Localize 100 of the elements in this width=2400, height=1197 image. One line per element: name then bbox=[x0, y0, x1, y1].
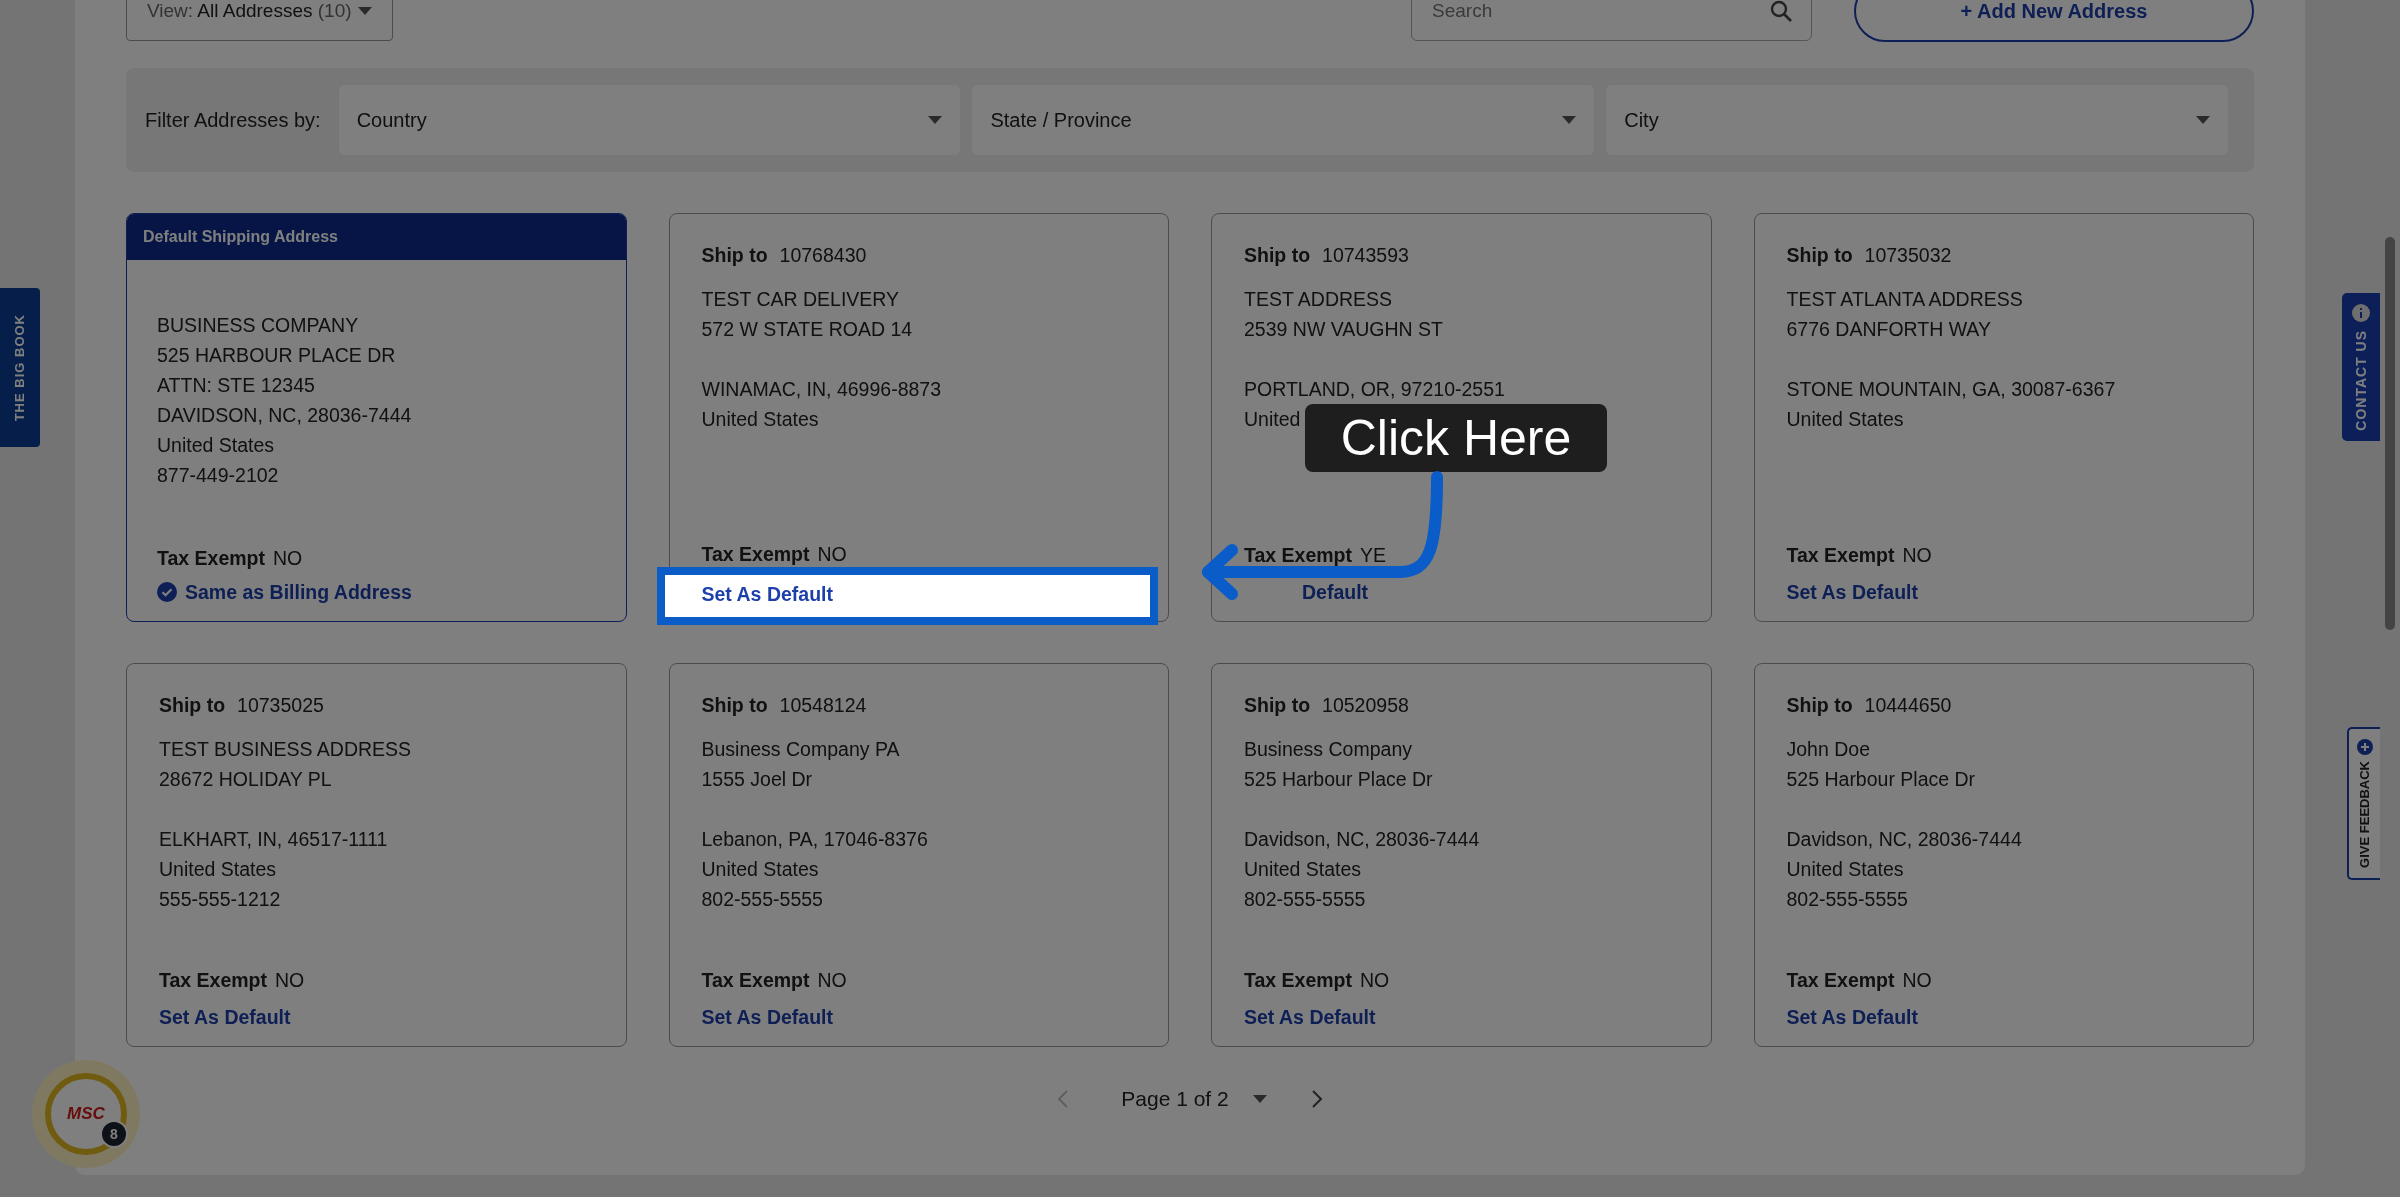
ship-to-label: Ship to bbox=[1244, 243, 1311, 268]
address-line: STONE MOUNTAIN, GA, 30087-6367 bbox=[1786, 377, 2117, 402]
tax-exempt-value: NO bbox=[1360, 968, 1390, 993]
page-indicator: Page 1 of 2 bbox=[1121, 1086, 1229, 1112]
set-default-link[interactable]: Set As Default bbox=[159, 1002, 594, 1032]
address-line: 1555 Joel Dr bbox=[701, 767, 814, 792]
tax-exempt-label: Tax Exempt bbox=[159, 968, 267, 993]
address-line: 572 W STATE ROAD 14 bbox=[701, 317, 914, 342]
caret-icon bbox=[358, 7, 372, 15]
add-address-button[interactable]: + Add New Address bbox=[1854, 0, 2254, 42]
address-line: United States bbox=[701, 407, 820, 432]
tax-exempt-label: Tax Exempt bbox=[157, 546, 265, 571]
tax-exempt-label: Tax Exempt bbox=[1786, 968, 1895, 993]
callout-tooltip: Click Here bbox=[1305, 404, 1607, 472]
search-field[interactable]: Search bbox=[1411, 0, 1812, 41]
ship-to-number: 10444650 bbox=[1864, 693, 1952, 718]
scrollbar-thumb[interactable] bbox=[2385, 237, 2395, 630]
address-line: 525 Harbour Place Dr bbox=[1244, 767, 1434, 792]
billing-note: Same as Billing Address bbox=[185, 580, 412, 605]
address-line: 525 HARBOUR PLACE DR bbox=[157, 343, 397, 368]
address-line: 525 Harbour Place Dr bbox=[1786, 767, 1977, 792]
plus-icon bbox=[2356, 739, 2373, 756]
address-line: DAVIDSON, NC, 28036-7444 bbox=[157, 403, 413, 428]
ship-to-number: 10735025 bbox=[237, 693, 324, 718]
address-line: 555-555-1212 bbox=[159, 887, 282, 912]
address-line: 877-449-2102 bbox=[157, 463, 280, 488]
address-line: Lebanon, PA, 17046-8376 bbox=[701, 827, 929, 852]
filter-label: Filter Addresses by: bbox=[145, 108, 321, 133]
tax-exempt-value: NO bbox=[817, 542, 847, 567]
address-line: 802-555-5555 bbox=[701, 887, 824, 912]
address-line: PORTLAND, OR, 97210-2551 bbox=[1244, 377, 1506, 402]
filter-select[interactable]: State / Province bbox=[972, 85, 1595, 155]
caret-icon bbox=[2196, 116, 2210, 124]
tax-exempt-value: NO bbox=[273, 546, 303, 571]
address-line: TEST BUSINESS ADDRESS bbox=[159, 737, 413, 762]
tax-exempt-label: Tax Exempt bbox=[701, 542, 810, 567]
set-default-link[interactable]: Set As Default bbox=[1244, 1002, 1679, 1032]
address-line: United States bbox=[1786, 857, 1905, 882]
set-default-link[interactable]: Set As Default bbox=[1786, 577, 2221, 607]
address-line: United bbox=[1244, 407, 1302, 432]
info-icon bbox=[2352, 303, 2370, 322]
address-line: WINAMAC, IN, 46996-8873 bbox=[701, 377, 942, 402]
address-line: Davidson, NC, 28036-7444 bbox=[1786, 827, 2023, 852]
address-line: 2539 NW VAUGHN ST bbox=[1244, 317, 1445, 342]
feedback-tab[interactable]: GIVE FEEDBACK bbox=[2347, 727, 2380, 880]
address-line: Business Company PA bbox=[701, 737, 901, 762]
tax-exempt-label: Tax Exempt bbox=[1786, 543, 1895, 568]
ship-to-number: 10548124 bbox=[779, 693, 867, 718]
tax-exempt-label: Tax Exempt bbox=[1244, 968, 1352, 993]
set-default-link[interactable]: Default bbox=[1244, 577, 1679, 607]
ship-to-label: Ship to bbox=[701, 243, 768, 268]
address-line: United States bbox=[1244, 857, 1363, 882]
contact-us-tab[interactable]: CONTACT US bbox=[2342, 293, 2380, 441]
ship-to-label: Ship to bbox=[1786, 693, 1853, 718]
tax-exempt-value: NO bbox=[1902, 968, 1932, 993]
next-page-icon[interactable] bbox=[1310, 1088, 1323, 1109]
address-line: 28672 HOLIDAY PL bbox=[159, 767, 333, 792]
tax-exempt-label: Tax Exempt bbox=[1244, 543, 1352, 568]
search-input[interactable]: Search bbox=[1430, 0, 1769, 27]
address-line: TEST ATLANTA ADDRESS bbox=[1786, 287, 2024, 312]
address-line: John Doe bbox=[1786, 737, 1871, 762]
address-line: United States bbox=[701, 857, 820, 882]
tax-exempt-value: YE bbox=[1360, 543, 1387, 568]
ship-to-number: 10735032 bbox=[1864, 243, 1952, 268]
ship-to-label: Ship to bbox=[1786, 243, 1853, 268]
tax-exempt-value: NO bbox=[1902, 543, 1932, 568]
card-header: Default Shipping Address bbox=[127, 214, 626, 260]
ship-to-label: Ship to bbox=[701, 693, 768, 718]
ship-to-number: 10520958 bbox=[1322, 693, 1409, 718]
address-line: United States bbox=[159, 857, 278, 882]
address-line: ELKHART, IN, 46517-1111 bbox=[159, 827, 389, 852]
ship-to-number: 10768430 bbox=[779, 243, 867, 268]
big-book-tab[interactable]: THE BIG BOOK bbox=[0, 288, 40, 447]
address-line: ATTN: STE 12345 bbox=[157, 373, 316, 398]
address-line: 802-555-5555 bbox=[1786, 887, 1909, 912]
tax-exempt-value: NO bbox=[275, 968, 305, 993]
address-line: TEST ADDRESS bbox=[1244, 287, 1394, 312]
filter-select[interactable]: Country bbox=[338, 85, 961, 155]
set-default-link[interactable]: Set As Default bbox=[1786, 1002, 2221, 1032]
set-default-link[interactable]: Set As Default bbox=[656, 567, 1158, 625]
caret-icon bbox=[1562, 116, 1577, 124]
address-line: 802-555-5555 bbox=[1244, 887, 1367, 912]
address-line: 6776 DANFORTH WAY bbox=[1786, 317, 1992, 342]
ship-to-label: Ship to bbox=[1244, 693, 1311, 718]
set-default-link[interactable]: Set As Default bbox=[701, 1002, 1136, 1032]
ship-to-number: 10743593 bbox=[1322, 243, 1409, 268]
check-circle-icon bbox=[157, 582, 177, 602]
tax-exempt-label: Tax Exempt bbox=[701, 968, 810, 993]
address-line: Business Company bbox=[1244, 737, 1413, 762]
caret-icon bbox=[928, 116, 943, 124]
search-icon bbox=[1769, 0, 1793, 23]
address-line: BUSINESS COMPANY bbox=[157, 313, 360, 338]
address-line: Davidson, NC, 28036-7444 bbox=[1244, 827, 1481, 852]
address-line: United States bbox=[157, 433, 276, 458]
filter-select[interactable]: City bbox=[1606, 85, 2228, 155]
caret-icon bbox=[1252, 1094, 1267, 1103]
tax-exempt-value: NO bbox=[817, 968, 847, 993]
view-select[interactable]: View: All Addresses (10) bbox=[126, 0, 393, 41]
ship-to-label: Ship to bbox=[159, 693, 226, 718]
address-line: United States bbox=[1786, 407, 1905, 432]
